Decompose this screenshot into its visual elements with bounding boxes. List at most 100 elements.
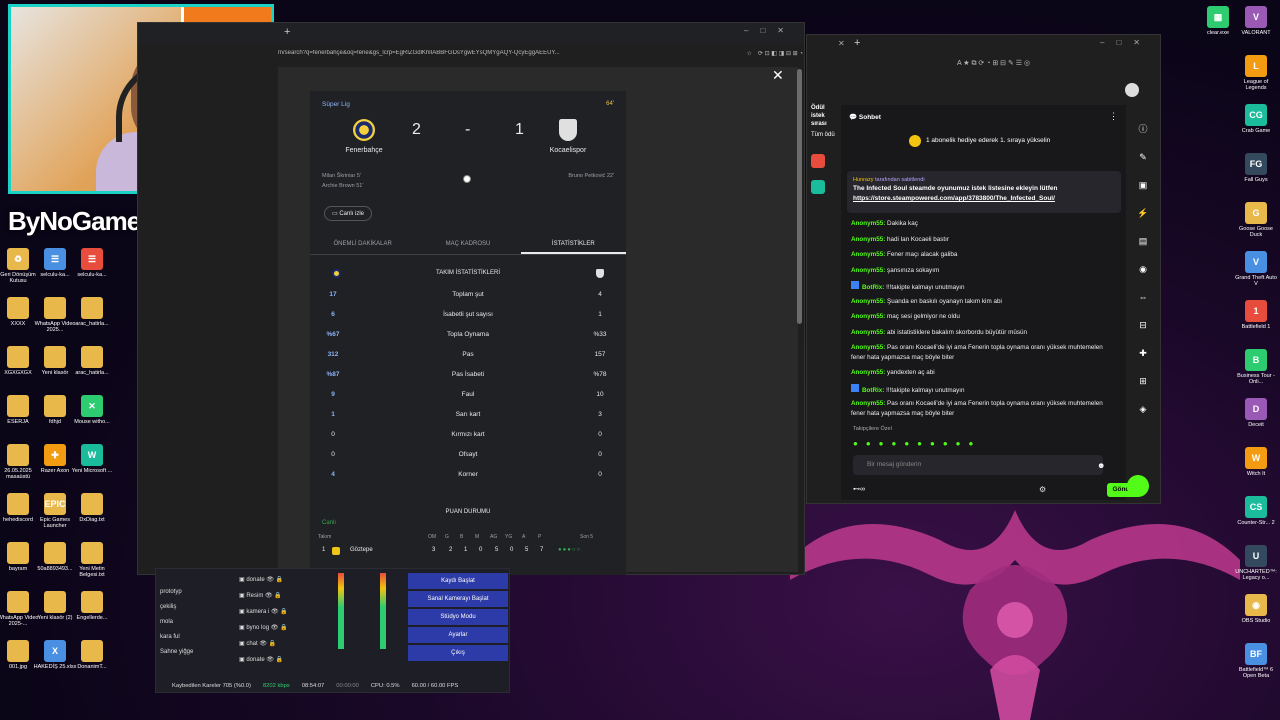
away-team[interactable]: Kocaelispor [538,119,598,154]
more-options-icon[interactable]: ⋮ [1109,111,1118,122]
desktop-icon[interactable]: 1 Battlefield 1 [1234,300,1278,330]
chat-message[interactable]: BotRix: !!!takipte kalmayı unutmayın [851,281,1111,293]
chat-username[interactable]: Anonym55: [851,298,885,305]
close-tab-icon[interactable]: ✕ [838,39,845,48]
chat-address-bar[interactable]: A ★ ⧉ ⟳ ◔ ⊞ ⊟ ✎ ☰ ◎ [957,55,1157,71]
extension-icons[interactable]: ⟳ ⊡ ◧ ◨ ⊟ ⊞ ◔ [758,50,803,57]
obs-studio-panel[interactable]: prototyp çekiliş mola kara ful Sahne yiğge ▣… [155,568,510,693]
tab-statistics[interactable]: İSTATİSTİKLER [520,233,626,254]
eye-icon[interactable]: 👁 [265,593,273,599]
chat-message[interactable]: Anonym55: Dakika kaç [851,219,1111,229]
desktop-icon[interactable]: B Business Tour - Onli... [1234,349,1278,386]
desktop-icon[interactable]: G Goose Goose Duck [1234,202,1278,239]
page-scrollbar[interactable] [797,69,802,324]
chat-message[interactable]: Anonym55: abi istatistiklere bakalım sko… [851,328,1111,338]
desktop-icon[interactable]: V VALORANT [1234,6,1278,36]
chat-message[interactable]: Anonym55: Pas oranı Kocaeli'de iyi ama F… [851,399,1111,419]
chat-message[interactable]: Anonym55: Pas oranı Kocaeli'de iyi ama F… [851,343,1111,363]
chat-username[interactable]: Anonym55: [851,267,885,274]
browser-toolbar-icons[interactable]: A ★ ⧉ ⟳ ◔ ⊞ ⊟ ✎ ☰ ◎ [957,59,1030,68]
chat-message[interactable]: Anonym55: Şuanda en baskılı oyanayn takı… [851,297,1111,307]
subscription-banner[interactable]: 1 abonelik hediye ederek 1. sıraya yükse… [926,137,1050,144]
points-icon[interactable]: ⊷∞ [853,485,865,493]
standings-row[interactable]: 1 Göztepe 3 2 1 0 5 0 5 7 ●●●○○ [318,547,618,561]
obs-source-list[interactable]: ▣ donate 👁 🔒 ▣ Resim 👁 🔒 ▣ kamera i 👁 🔒 ▣ b… [239,572,288,668]
chat-message[interactable]: BotRix: !!!takipte kalmayı unutmayın [851,383,1111,396]
lock-icon[interactable]: 🔒 [274,593,281,599]
lock-icon[interactable]: 🔒 [280,609,287,615]
obs-source-item[interactable]: ▣ Resim 👁 🔒 [239,588,288,604]
live-watch-button[interactable]: ▭ Canlı izle [324,206,373,221]
chat-username[interactable]: BotRix: [862,387,884,394]
pinned-message[interactable]: Hunrazy tarafından sabitlendi The Infect… [847,171,1121,213]
eye-icon[interactable]: 👁 [271,625,279,631]
reward-icon[interactable] [811,154,825,169]
obs-source-item[interactable]: ▣ donate 👁 🔒 [239,652,288,668]
url-text[interactable]: m/search?q=fenerbahçe&oq=fene&gs_lcrp=Eg… [278,50,741,56]
desktop-icon[interactable]: W Yeni Microsoft ... [69,444,115,474]
chat-message[interactable]: Anonym55: hadi lan Kocaeli bastır [851,235,1111,245]
close-icon[interactable]: ✕ [772,67,784,84]
pinned-link[interactable]: https://store.steampowered.com/app/37838… [853,195,1055,202]
chat-username[interactable]: Anonym55: [851,251,885,258]
desktop-icon[interactable]: W Witch It [1234,447,1278,477]
obs-audio-mixer[interactable] [324,573,404,655]
desktop-icon[interactable]: Engellerde... [69,591,115,621]
browser-window-main[interactable]: + –□✕ m/search?q=fenerbahçe&oq=fene&gs_l… [137,22,805,575]
tab-lineups[interactable]: MAÇ KADROSU [415,233,520,254]
desktop-icon[interactable]: ◉ OBS Studio [1234,594,1278,624]
obs-scene-item[interactable]: kara ful [160,630,193,645]
obs-control-button[interactable]: Stüdyo Modu [408,609,508,625]
eye-icon[interactable]: 👁 [266,577,274,583]
obs-source-item[interactable]: ▣ kamera i 👁 🔒 [239,604,288,620]
chat-message[interactable]: Anonym55: yandexten aç abi [851,368,1111,378]
chat-username[interactable]: Anonym55: [851,313,885,320]
obs-source-item[interactable]: ▣ donate 👁 🔒 [239,572,288,588]
star-icon[interactable]: ☆ [747,50,752,57]
obs-source-item[interactable]: ▣ byno log 👁 🔒 [239,620,288,636]
obs-control-button[interactable]: Çıkış [408,645,508,661]
chat-username[interactable]: Anonym55: [851,344,885,351]
settings-gear-icon[interactable]: ⚙ [1039,485,1046,494]
browser-window-chat[interactable]: ✕ + –□✕ A ★ ⧉ ⟳ ◔ ⊞ ⊟ ✎ ☰ ◎ Ödül istek s… [806,34,1161,504]
chat-username[interactable]: Anonym55: [851,369,885,376]
chat-message-input[interactable]: Bir mesaj gönderin [853,455,1103,475]
desktop-icon[interactable]: FG Fall Guys [1234,153,1278,183]
obs-source-item[interactable]: ▣ chat 👁 🔒 [239,636,288,652]
home-team[interactable]: Fenerbahçe [334,119,394,154]
browser-tab-bar[interactable]: + –□✕ [138,23,804,43]
obs-scene-item[interactable]: çekiliş [160,600,193,615]
chat-message[interactable]: Anonym55: maç sesi gelmiyor ne oldu [851,312,1111,322]
obs-scene-item[interactable]: mola [160,615,193,630]
profile-avatar[interactable] [1125,83,1139,97]
new-tab-plus-icon[interactable]: + [284,26,290,38]
address-bar[interactable]: m/search?q=fenerbahçe&oq=fene&gs_lcrp=Eg… [278,45,803,61]
lock-icon[interactable]: 🔒 [280,625,287,631]
desktop-icon[interactable]: arac_hatirla... [69,297,115,327]
desktop-icon[interactable]: D Deceit [1234,398,1278,428]
desktop-icon[interactable]: ☰ selculu-ka... [69,248,115,278]
match-tabs[interactable]: ÖNEMLİ DAKİKALAR MAÇ KADROSU İSTATİSTİKL… [310,233,626,255]
eye-icon[interactable]: 👁 [271,609,279,615]
desktop-icon[interactable]: CG Crab Game [1234,104,1278,134]
league-name[interactable]: Süper Lig [322,101,350,108]
obs-control-button[interactable]: Kaydı Başlat [408,573,508,589]
desktop-icon[interactable]: L League of Legends [1234,55,1278,92]
obs-scene-list[interactable]: prototyp çekiliş mola kara ful Sahne yiğge [160,585,193,660]
chat-tools-sidebar[interactable]: ⓘ ✎ ▣ ⚡ ▤ ◉ ⇔ ⊟ ✚ ⊞ ◈ [1135,115,1151,423]
chat-username[interactable]: Anonym55: [851,329,885,336]
desktop-icon[interactable]: arac_hatirla... [69,346,115,376]
window-controls[interactable]: –□✕ [744,26,796,35]
desktop-icon[interactable]: DxDiag.txt [69,493,115,523]
rewards-sidebar[interactable]: Ödül istek sırası Tüm ödü [811,105,839,195]
obs-scene-item[interactable]: prototyp [160,585,193,600]
window-controls[interactable]: –□✕ [1100,38,1152,47]
chat-message[interactable]: Anonym55: şansınıza sokayım [851,266,1111,276]
kick-assist-icon[interactable] [1127,475,1149,497]
lock-icon[interactable]: 🔒 [276,657,283,663]
desktop-icon[interactable]: ✕ Mouse witho... [69,395,115,425]
chat-username[interactable]: Anonym55: [851,236,885,243]
obs-control-button[interactable]: Sanal Kamerayı Başlat [408,591,508,607]
obs-control-button[interactable]: Ayarlar [408,627,508,643]
chat-username[interactable]: Anonym55: [851,400,885,407]
